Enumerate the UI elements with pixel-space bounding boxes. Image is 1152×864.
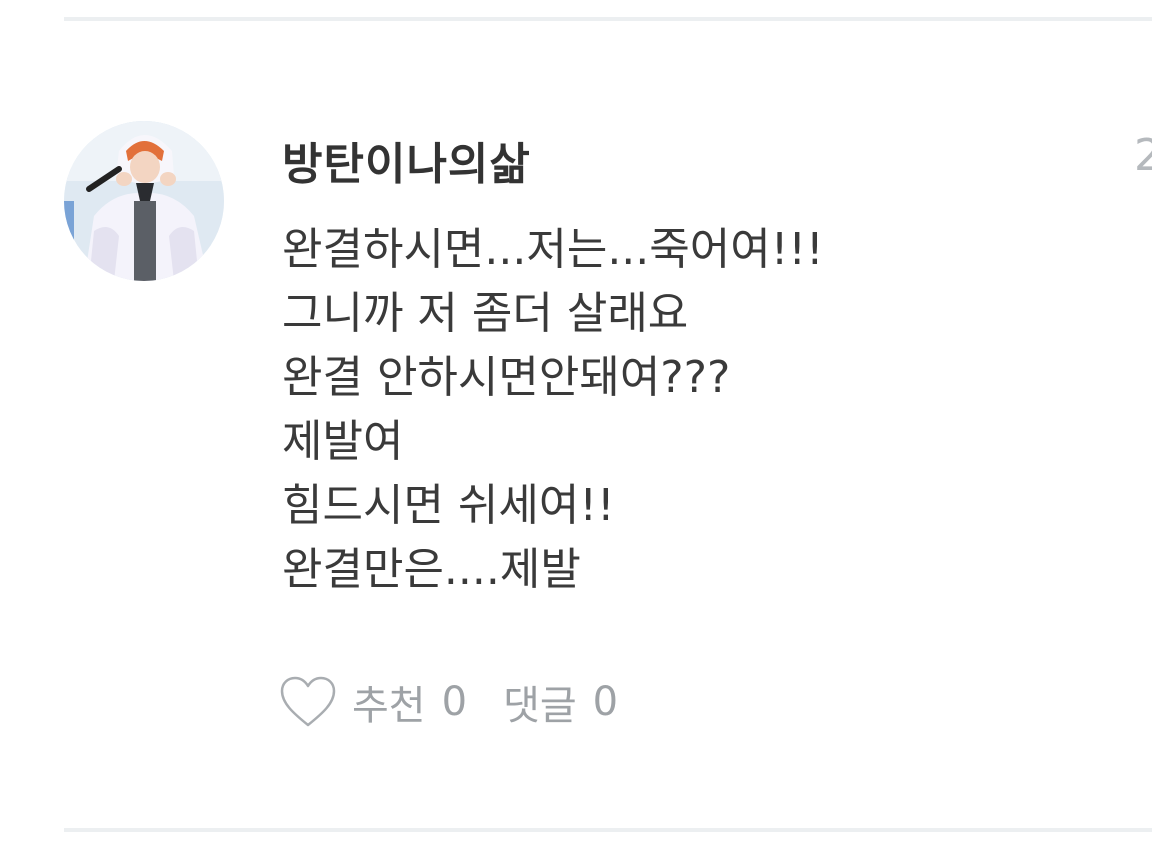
reply-count: 0: [592, 679, 619, 725]
comment-line: 완결하시면...저는...죽어여!!!: [282, 224, 824, 275]
comment-line: 힘드시면 쉬세여!!: [282, 480, 615, 531]
comment-line: 그니까 저 좀더 살래요: [282, 288, 689, 339]
top-divider: [64, 17, 1152, 21]
reply-label: 댓글: [503, 683, 577, 729]
comment-author[interactable]: 방탄이나의삶: [282, 128, 531, 192]
avatar-photo-icon: [64, 121, 224, 281]
comment-actions: 추천 0 댓글 0: [278, 672, 618, 732]
comment-timestamp: 2: [1134, 130, 1152, 181]
comment-line: 제발여: [282, 416, 404, 467]
like-label: 추천: [352, 683, 426, 729]
avatar[interactable]: [64, 121, 224, 281]
heart-outline-icon: [278, 674, 338, 730]
comment-line: 완결만은....제발: [282, 544, 581, 595]
comment-line: 완결 안하시면안돼여???: [282, 352, 731, 403]
like-button[interactable]: 추천 0: [278, 673, 467, 731]
comment-body: 완결하시면...저는...죽어여!!! 그니까 저 좀더 살래요 완결 안하시면…: [282, 218, 1122, 602]
like-count: 0: [441, 679, 468, 725]
bottom-divider: [64, 828, 1152, 832]
reply-button[interactable]: 댓글 0: [503, 673, 618, 731]
